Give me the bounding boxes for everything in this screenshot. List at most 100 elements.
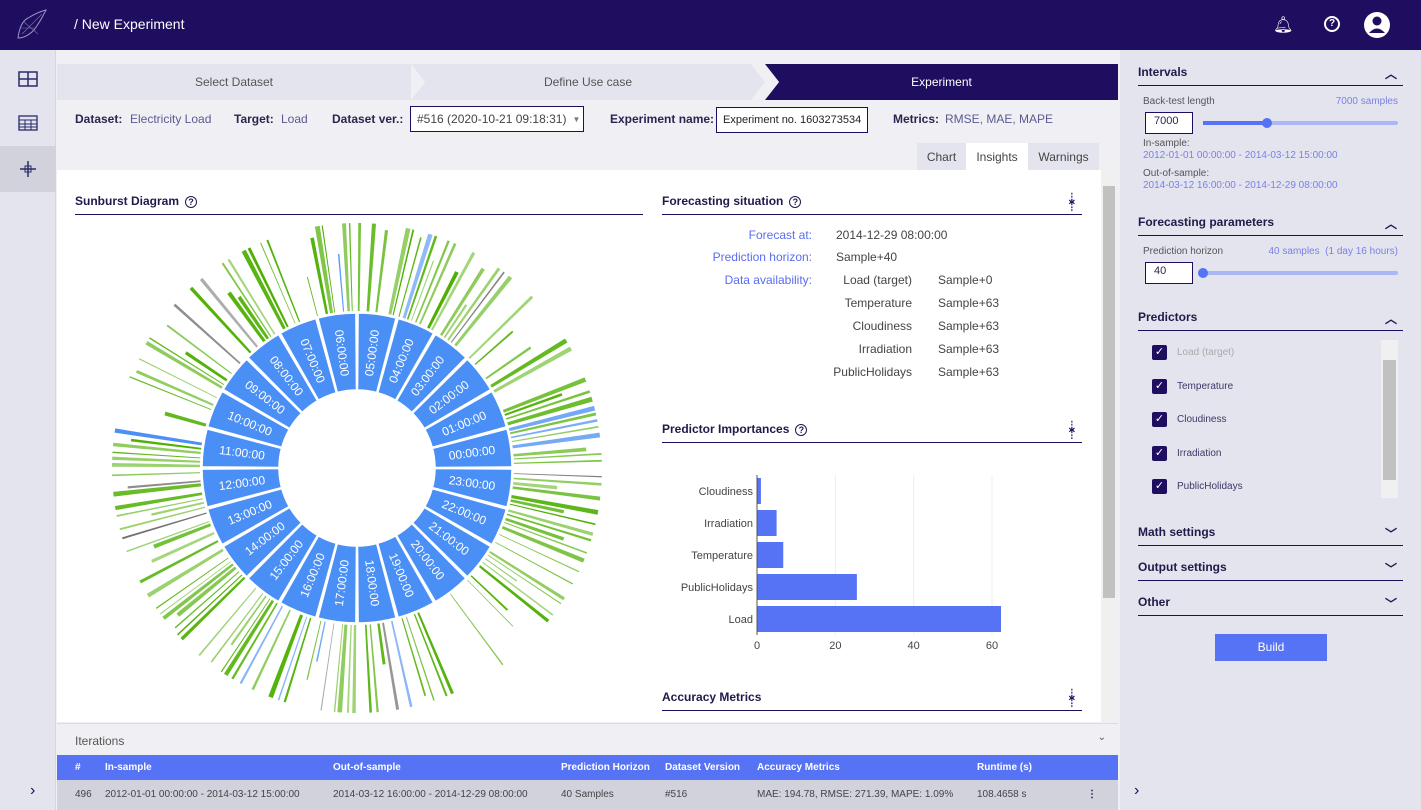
sunburst-outer-segment[interactable] (268, 614, 304, 699)
sunburst-outer-segment[interactable] (513, 473, 602, 478)
sunburst-outer-segment[interactable] (484, 558, 518, 582)
experiment-name-input[interactable]: Experiment no. 1603273534 (716, 107, 868, 133)
sunburst-outer-segment[interactable] (162, 563, 234, 620)
sunburst-outer-segment[interactable] (251, 609, 291, 691)
collapse-icon[interactable]: ⇣ ⇡ (1066, 191, 1078, 213)
intervals-section-header[interactable]: Intervals ︿ (1138, 65, 1403, 86)
help-icon[interactable]: ? (789, 196, 802, 208)
collapse-icon[interactable]: ⇣ ⇡ (1066, 687, 1078, 709)
math-settings-header[interactable]: Math settings ﹀ (1138, 525, 1403, 546)
predictor-checkbox[interactable]: ✓ (1152, 345, 1167, 360)
predictors-section-header[interactable]: Predictors ︿ (1138, 310, 1403, 331)
chevron-up-icon[interactable]: ︿ (1385, 215, 1397, 232)
sunburst-outer-segment[interactable] (487, 554, 562, 605)
dataset-version-select[interactable]: #516 (2020-10-21 09:18:31) ▼ (410, 106, 584, 132)
tab-chart[interactable]: Chart (917, 143, 966, 170)
sunburst-outer-segment[interactable] (470, 575, 509, 611)
sunburst-outer-segment[interactable] (231, 602, 278, 680)
dashboard-icon[interactable] (0, 56, 56, 102)
sunburst-outer-segment[interactable] (450, 593, 504, 666)
sunburst-outer-segment[interactable] (388, 227, 411, 315)
expand-nav-button[interactable]: › (30, 782, 35, 800)
sunburst-outer-segment[interactable] (342, 223, 350, 312)
expand-panel-button[interactable]: › (1134, 782, 1139, 800)
output-settings-header[interactable]: Output settings ﹀ (1138, 560, 1403, 581)
tab-insights[interactable]: Insights (966, 143, 1028, 170)
sunburst-outer-segment[interactable] (221, 262, 272, 338)
sunburst-outer-segment[interactable] (337, 253, 345, 312)
scrollbar-thumb[interactable] (1103, 186, 1115, 598)
other-settings-header[interactable]: Other ﹀ (1138, 595, 1403, 616)
accuracy-metrics-title: Accuracy Metrics (662, 690, 762, 704)
step-experiment[interactable]: Experiment (765, 64, 1118, 100)
chevron-down-icon[interactable]: ﹀ (1385, 595, 1397, 612)
table-row[interactable]: 496 2012-01-01 00:00:00 - 2014-03-12 15:… (57, 780, 1118, 810)
sunburst-outer-segment[interactable] (164, 411, 207, 427)
availability-name: Cloudiness (852, 319, 912, 333)
bar[interactable] (757, 606, 1002, 632)
logo[interactable] (14, 8, 48, 42)
tab-warnings[interactable]: Warnings (1028, 143, 1099, 170)
horizon-slider-handle[interactable] (1198, 268, 1208, 278)
sunburst-outer-segment[interactable] (366, 223, 377, 312)
row-menu-icon[interactable]: ⋮ (1087, 780, 1097, 810)
sunburst-outer-segment[interactable] (149, 337, 225, 386)
chevron-up-icon[interactable]: ︿ (1385, 310, 1397, 327)
panel-scrollbar[interactable] (1102, 172, 1116, 720)
build-button[interactable]: Build (1215, 634, 1327, 661)
chevron-down-icon[interactable]: ﹀ (1385, 560, 1397, 577)
sunburst-outer-segment[interactable] (490, 338, 568, 388)
chevron-down-icon[interactable]: ﹀ (1385, 525, 1397, 542)
scrollbar-thumb[interactable] (1383, 360, 1396, 480)
iterations-header[interactable]: Iterations ⌄ (57, 723, 1118, 755)
sunburst-outer-segment[interactable] (126, 521, 210, 553)
sunburst-outer-segment[interactable] (375, 229, 389, 313)
sunburst-outer-segment[interactable] (316, 621, 326, 662)
predictors-scrollbar[interactable] (1381, 340, 1398, 498)
bell-icon[interactable]: 🔔︎ (1273, 15, 1293, 35)
help-icon[interactable]: ? (185, 196, 198, 208)
bar[interactable] (757, 542, 784, 568)
bar[interactable] (757, 478, 761, 504)
prediction-horizon-input[interactable]: 40 (1145, 262, 1193, 284)
backtest-length-input[interactable]: 7000 (1145, 112, 1193, 134)
sunburst-outer-segment[interactable] (112, 462, 201, 468)
collapse-icon[interactable]: ⇣ ⇡ (1066, 419, 1078, 441)
sunburst-outer-segment[interactable] (129, 376, 212, 410)
horizon-slider[interactable] (1203, 271, 1398, 275)
sunburst-outer-segment[interactable] (382, 622, 400, 710)
sunburst-outer-segment[interactable] (346, 624, 352, 713)
experiment-icon[interactable] (0, 146, 56, 192)
predictor-checkbox[interactable]: ✓ (1152, 412, 1167, 427)
table-icon[interactable] (0, 100, 56, 146)
sunburst-outer-segment[interactable] (357, 223, 362, 312)
bar[interactable] (757, 574, 857, 600)
predictor-checkbox[interactable]: ✓ (1152, 378, 1167, 394)
chevron-up-icon[interactable]: ︿ (1385, 65, 1397, 82)
help-icon[interactable]: ? (1324, 16, 1340, 32)
sunburst-outer-segment[interactable] (352, 624, 357, 713)
sunburst-outer-segment[interactable] (112, 472, 201, 477)
sunburst-outer-segment[interactable] (266, 239, 301, 323)
predictor-checkbox[interactable]: ✓ (1152, 445, 1167, 461)
sunburst-outer-segment[interactable] (220, 598, 271, 673)
step-select-dataset[interactable]: Select Dataset (57, 64, 411, 100)
sunburst-outer-segment[interactable] (427, 271, 459, 329)
account-icon[interactable] (1363, 11, 1391, 39)
help-icon[interactable]: ? (795, 424, 808, 436)
sunburst-outer-segment[interactable] (468, 295, 534, 359)
sunburst-outer-segment[interactable] (306, 277, 318, 317)
bar[interactable] (757, 510, 777, 536)
breadcrumb: / New Experiment (74, 16, 185, 32)
sunburst-outer-segment[interactable] (417, 612, 454, 695)
step-define-use-case[interactable]: Define Use case (411, 64, 765, 100)
predictor-checkbox[interactable]: ✓ (1152, 479, 1167, 494)
sunburst-outer-segment[interactable] (189, 286, 252, 354)
sunburst-diagram[interactable]: 00:00:0001:00:0002:00:0003:00:0004:00:00… (107, 218, 607, 718)
sunburst-outer-segment[interactable] (513, 459, 602, 464)
sunburst-outer-segment[interactable] (493, 346, 572, 393)
sunburst-outer-segment[interactable] (348, 223, 353, 312)
forecasting-parameters-header[interactable]: Forecasting parameters ︿ (1138, 215, 1403, 236)
chevron-down-icon[interactable]: ⌄ (1098, 732, 1106, 743)
sunburst-outer-segment[interactable] (166, 324, 232, 375)
